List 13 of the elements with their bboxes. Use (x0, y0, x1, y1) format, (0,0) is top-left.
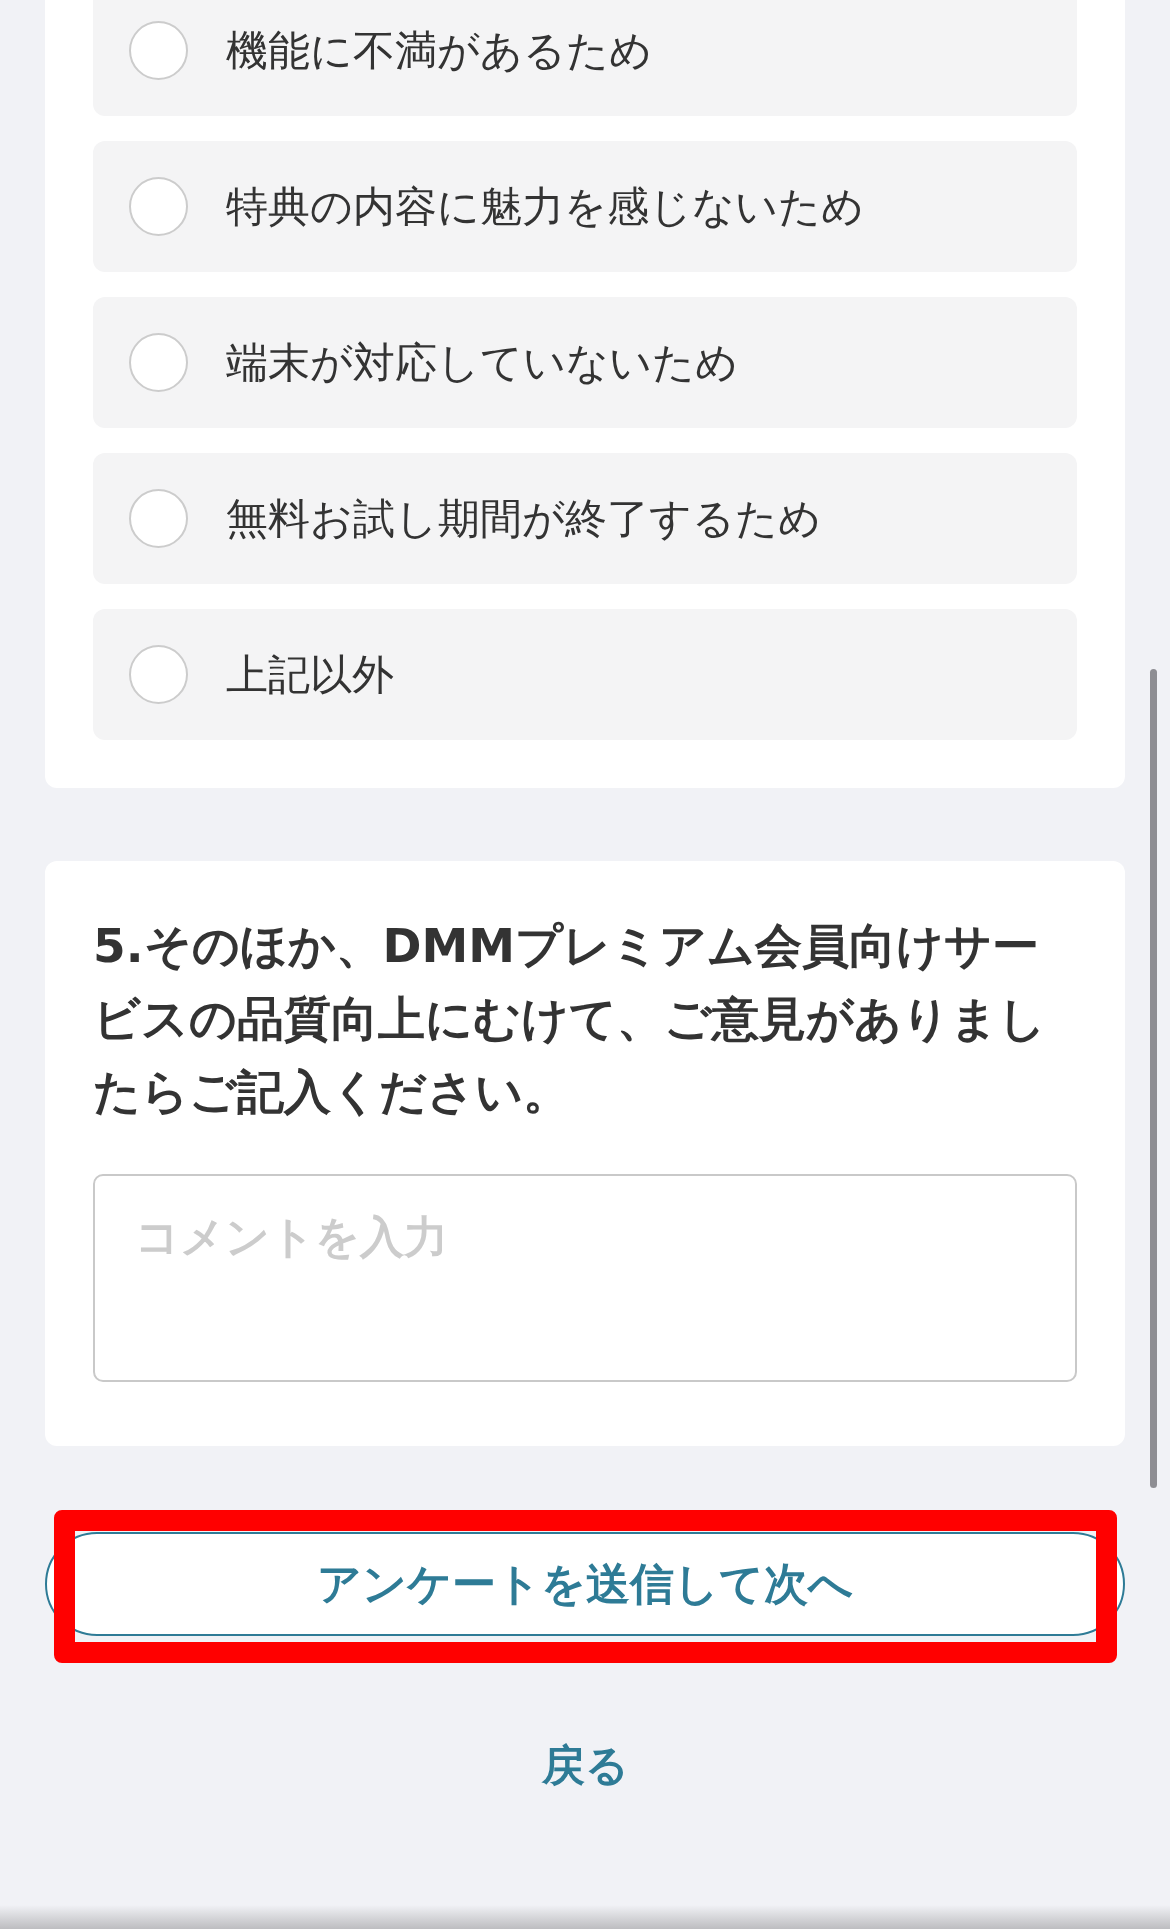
option-row[interactable]: 機能に不満があるため (93, 0, 1077, 116)
option-label: 端末が対応していないため (226, 337, 738, 388)
question-text: 5.そのほか、DMMプレミアム会員向けサービスの品質向上にむけて、ご意見がありましたらご記入ください。 (93, 917, 1047, 1121)
option-row[interactable]: 無料お試し期間が終了するため (93, 453, 1077, 584)
option-label: 無料お試し期間が終了するため (226, 493, 821, 544)
submit-button[interactable]: アンケートを送信して次へ (45, 1532, 1125, 1636)
option-label: 上記以外 (226, 649, 394, 700)
option-label: 特典の内容に魅力を感じないため (226, 181, 864, 232)
option-label: 機能に不満があるため (226, 25, 652, 76)
option-row[interactable]: 端末が対応していないため (93, 297, 1077, 428)
option-row[interactable]: 上記以外 (93, 609, 1077, 740)
option-row[interactable]: 特典の内容に魅力を感じないため (93, 141, 1077, 272)
back-link[interactable]: 戻る (541, 1735, 629, 1795)
